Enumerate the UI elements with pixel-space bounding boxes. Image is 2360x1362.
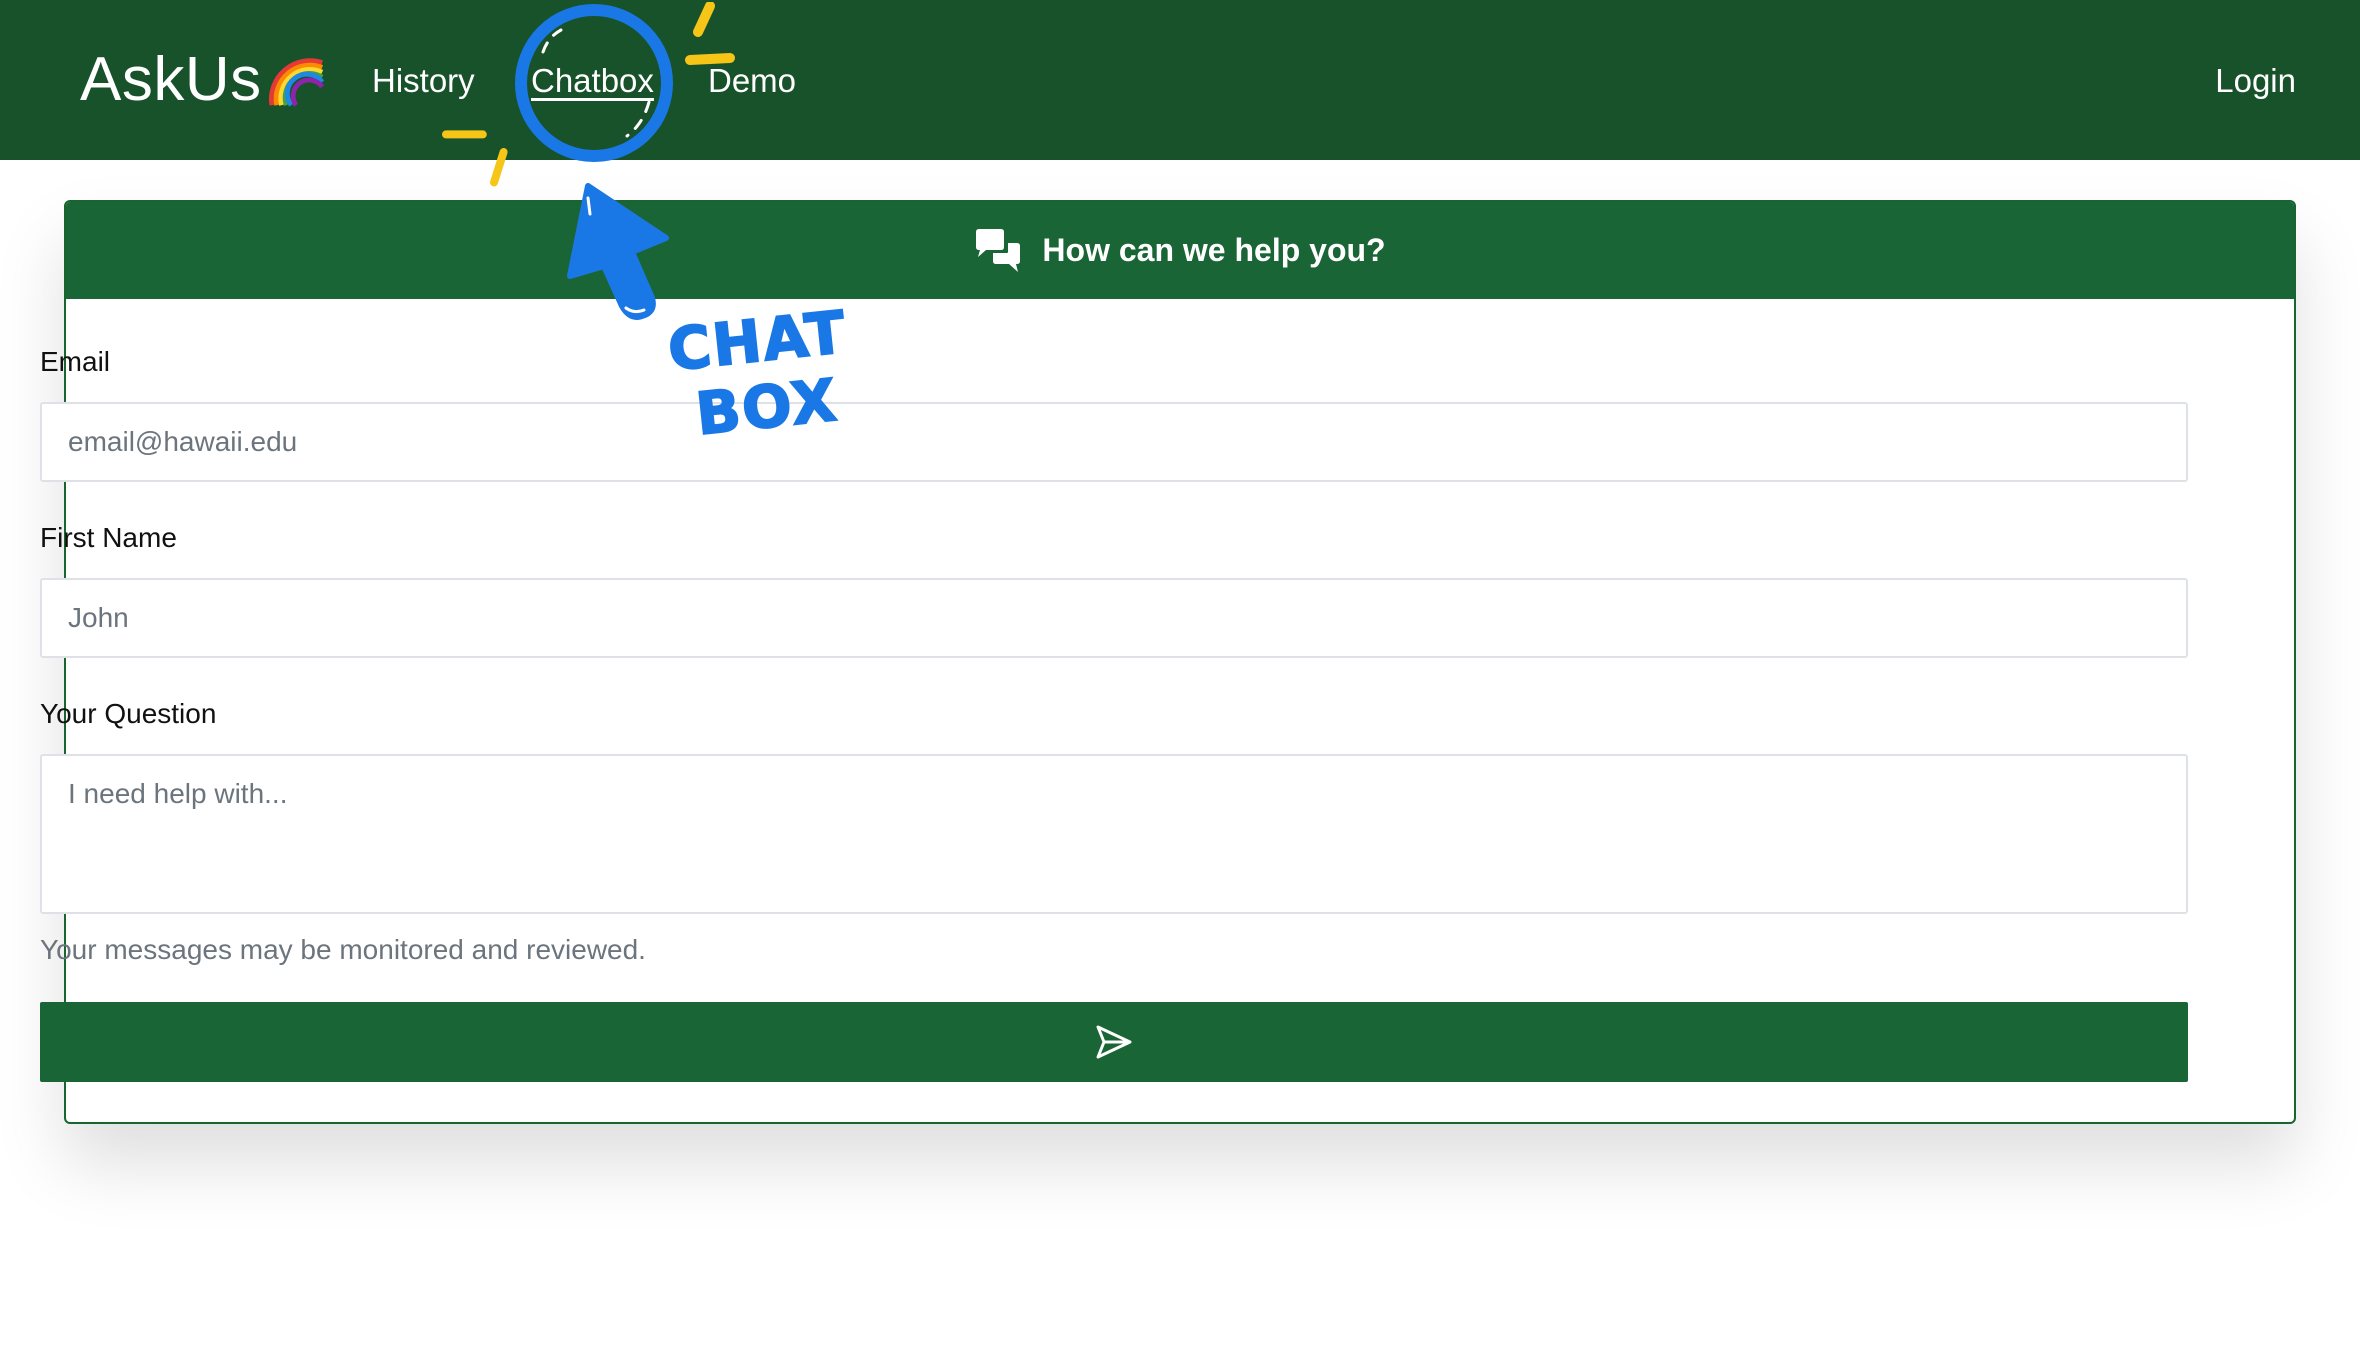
top-navbar: AskUs History Chatbox Demo Login: [0, 0, 2360, 160]
monitoring-notice: Your messages may be monitored and revie…: [40, 934, 646, 965]
sparkle-dash-annotation: [442, 130, 508, 187]
sparkle-dash-annotation: [685, 2, 735, 65]
annotation-box-word: BOX: [692, 365, 843, 449]
highlight-circle-annotation: [515, 4, 673, 162]
card-header-title: How can we help you?: [1042, 232, 1386, 268]
email-label: Email: [40, 346, 111, 377]
email-field[interactable]: email@hawaii.edu: [40, 402, 2188, 482]
brand-logo[interactable]: AskUs: [80, 40, 328, 120]
help-form-card: How can we help you?: [64, 200, 2296, 1124]
question-label: Your Question: [40, 698, 217, 729]
chat-bubbles-icon: [976, 228, 1021, 272]
pointer-arrow-annotation: [567, 183, 669, 320]
first-name-label: First Name: [40, 522, 177, 553]
rainbow-icon: [268, 58, 324, 107]
nav-link-history[interactable]: History: [372, 54, 475, 108]
first-name-field[interactable]: John: [40, 578, 2188, 658]
question-textarea[interactable]: I need help with...: [40, 754, 2188, 914]
brand-name: AskUs: [80, 45, 262, 114]
login-link[interactable]: Login: [2215, 54, 2296, 108]
send-icon: [1096, 1025, 1132, 1059]
card-header: How can we help you?: [66, 202, 2294, 299]
send-button[interactable]: [40, 1002, 2188, 1082]
